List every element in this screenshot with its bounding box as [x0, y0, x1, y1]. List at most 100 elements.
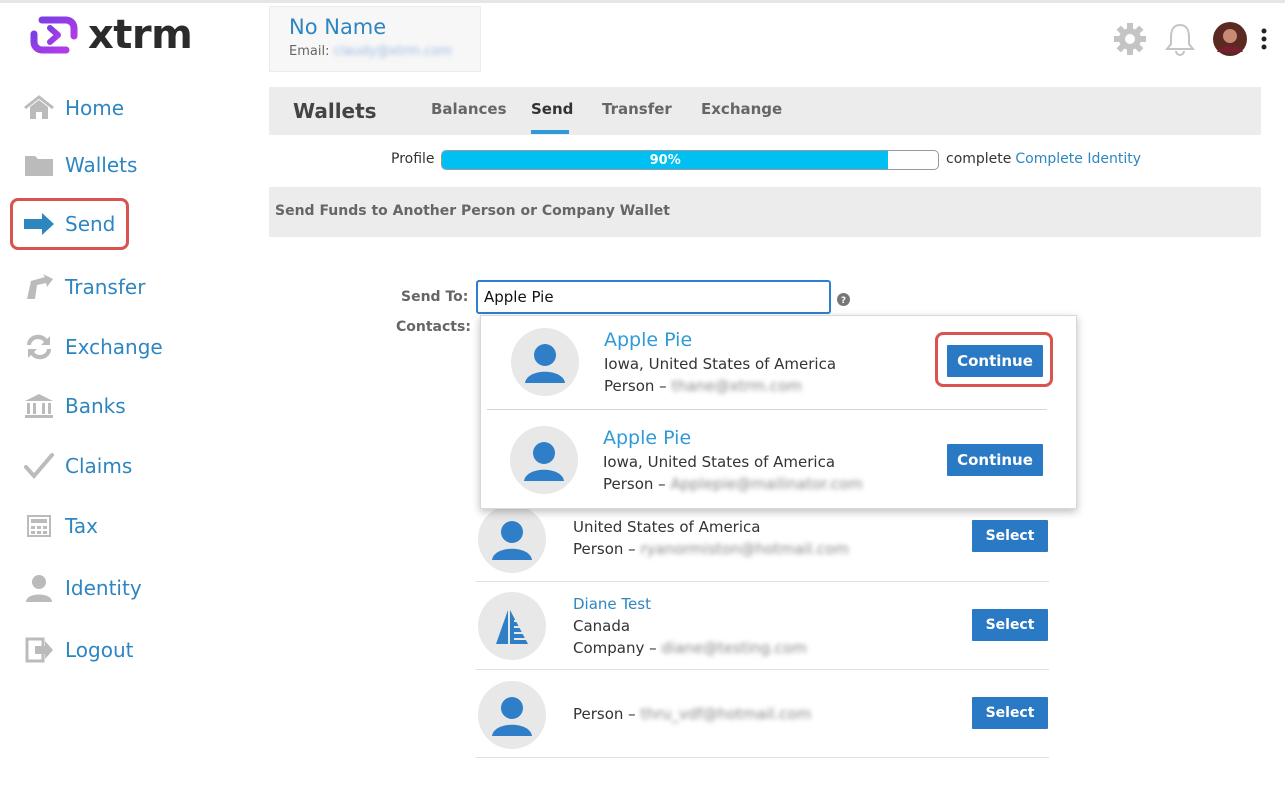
profile-progress-fill: 90%: [442, 151, 889, 169]
contact-row: Person – thru_vdf@hotmail.com Select: [476, 670, 1049, 758]
tab-exchange[interactable]: Exchange: [701, 100, 782, 118]
account-email-row: Email: claudy@xtrm.com: [289, 44, 461, 59]
transfer-icon: [22, 272, 56, 302]
result-email: Applepie@mailinator.com: [670, 475, 863, 493]
contact-name[interactable]: Diane Test: [573, 593, 807, 615]
contact-type: Person –: [573, 540, 636, 558]
gear-icon[interactable]: [1113, 22, 1147, 56]
send-arrow-icon: [22, 209, 56, 239]
profile-complete-text: complete Complete Identity: [946, 151, 1141, 167]
sidebar-item-label: Exchange: [65, 335, 163, 359]
select-button[interactable]: Select: [972, 697, 1048, 729]
sidebar-item-label: Tax: [65, 514, 98, 538]
sidebar-item-identity[interactable]: Identity: [22, 566, 142, 610]
account-name: No Name: [289, 15, 387, 39]
logout-icon: [22, 635, 56, 665]
sidebar-item-transfer[interactable]: Transfer: [22, 265, 145, 309]
sidebar-item-claims[interactable]: Claims: [22, 444, 132, 488]
contact-email: thru_vdf@hotmail.com: [640, 705, 812, 723]
result-location: Iowa, United States of America: [603, 453, 836, 471]
contact-details: United States of America Person – ryanor…: [573, 516, 849, 560]
contact-type: Company –: [573, 639, 657, 657]
search-result-item[interactable]: Apple Pie Iowa, United States of America…: [481, 316, 1078, 413]
search-result-item[interactable]: Apple Pie Iowa, United States of America…: [481, 413, 1078, 510]
profile-progress-bar: 90%: [441, 150, 939, 170]
profile-label: Profile: [391, 151, 435, 167]
tab-send[interactable]: Send: [531, 100, 573, 118]
person-icon: [22, 573, 56, 603]
active-tab-indicator: [531, 130, 569, 134]
send-to-label: Send To:: [401, 289, 469, 305]
sidebar-item-label: Send: [65, 212, 116, 236]
contact-type-row: Company – diane@testing.com: [573, 637, 807, 659]
search-results-dropdown: Apple Pie Iowa, United States of America…: [480, 315, 1077, 509]
calculator-icon: [22, 511, 56, 541]
more-vertical-icon[interactable]: [1261, 28, 1267, 50]
top-border: [0, 0, 1285, 3]
result-type: Person –: [604, 377, 667, 395]
person-avatar-icon: [510, 426, 578, 498]
contact-row: Diane Test Canada Company – diane@testin…: [476, 582, 1049, 670]
sidebar-item-home[interactable]: Home: [22, 86, 124, 130]
result-type-row: Person – Applepie@mailinator.com: [603, 473, 863, 495]
person-avatar-icon: [511, 328, 579, 400]
tab-bar-title: Wallets: [293, 99, 377, 123]
account-panel: No Name Email: claudy@xtrm.com: [269, 6, 481, 72]
select-button[interactable]: Select: [972, 609, 1048, 641]
sidebar-item-logout[interactable]: Logout: [22, 628, 133, 672]
avatar[interactable]: [1213, 22, 1247, 56]
logo-mark-icon: [30, 16, 78, 54]
result-details: Apple Pie Iowa, United States of America…: [604, 327, 836, 397]
result-type: Person –: [603, 475, 666, 493]
result-type-row: Person – thane@xtrm.com: [604, 375, 836, 397]
complete-label: complete: [946, 151, 1012, 167]
contact-details: Diane Test Canada Company – diane@testin…: [573, 593, 807, 659]
sidebar-item-send[interactable]: Send: [22, 202, 115, 246]
result-email: thane@xtrm.com: [671, 377, 802, 395]
sidebar-item-label: Banks: [65, 394, 126, 418]
tab-transfer[interactable]: Transfer: [602, 100, 672, 118]
account-email-label: Email:: [289, 44, 330, 59]
contacts-label: Contacts:: [396, 319, 471, 335]
contact-type: Person –: [573, 705, 636, 723]
logo-text: xtrm: [88, 12, 193, 58]
send-to-input[interactable]: [476, 280, 831, 314]
contact-email: ryanormiston@hotmail.com: [640, 540, 849, 558]
sidebar-item-label: Identity: [65, 576, 142, 600]
profile-progress-row: Profile 90% complete Complete Identity: [0, 148, 1285, 172]
sidebar-item-banks[interactable]: Banks: [22, 384, 126, 428]
help-icon[interactable]: ?: [837, 291, 850, 310]
bank-icon: [22, 391, 56, 421]
bell-icon[interactable]: [1165, 22, 1195, 56]
contact-email: diane@testing.com: [661, 639, 807, 657]
home-icon: [22, 93, 56, 123]
contact-type-row: Person – ryanormiston@hotmail.com: [573, 538, 849, 560]
result-name: Apple Pie: [603, 427, 692, 449]
exchange-icon: [22, 332, 56, 362]
svg-text:?: ?: [841, 296, 846, 306]
sidebar-item-tax[interactable]: Tax: [22, 504, 98, 548]
result-details: Apple Pie Iowa, United States of America…: [603, 425, 863, 495]
checkmark-icon: [22, 451, 56, 481]
divider: [487, 409, 1047, 410]
continue-button[interactable]: Continue: [947, 444, 1043, 476]
sidebar-item-label: Claims: [65, 454, 133, 478]
sidebar-item-label: Home: [65, 96, 125, 120]
sidebar-item-exchange[interactable]: Exchange: [22, 325, 163, 369]
company-avatar-icon: [478, 592, 546, 664]
person-avatar-icon: [478, 681, 546, 753]
sidebar-item-label: Transfer: [65, 275, 146, 299]
tab-balances[interactable]: Balances: [431, 100, 507, 118]
contact-location: United States of America: [573, 518, 761, 536]
select-button[interactable]: Select: [972, 520, 1048, 552]
account-email-value: claudy@xtrm.com: [333, 44, 452, 59]
section-title: Send Funds to Another Person or Company …: [275, 203, 670, 219]
complete-identity-link[interactable]: Complete Identity: [1015, 151, 1141, 167]
wallet-tab-bar: Wallets Balances Send Transfer Exchange: [269, 87, 1261, 135]
header-icons: [1095, 22, 1267, 56]
profile-progress-text: 90%: [649, 152, 681, 168]
person-avatar-icon: [478, 505, 546, 577]
contact-location: Canada: [573, 617, 631, 635]
continue-button[interactable]: Continue: [947, 345, 1043, 377]
logo[interactable]: xtrm: [28, 12, 193, 58]
